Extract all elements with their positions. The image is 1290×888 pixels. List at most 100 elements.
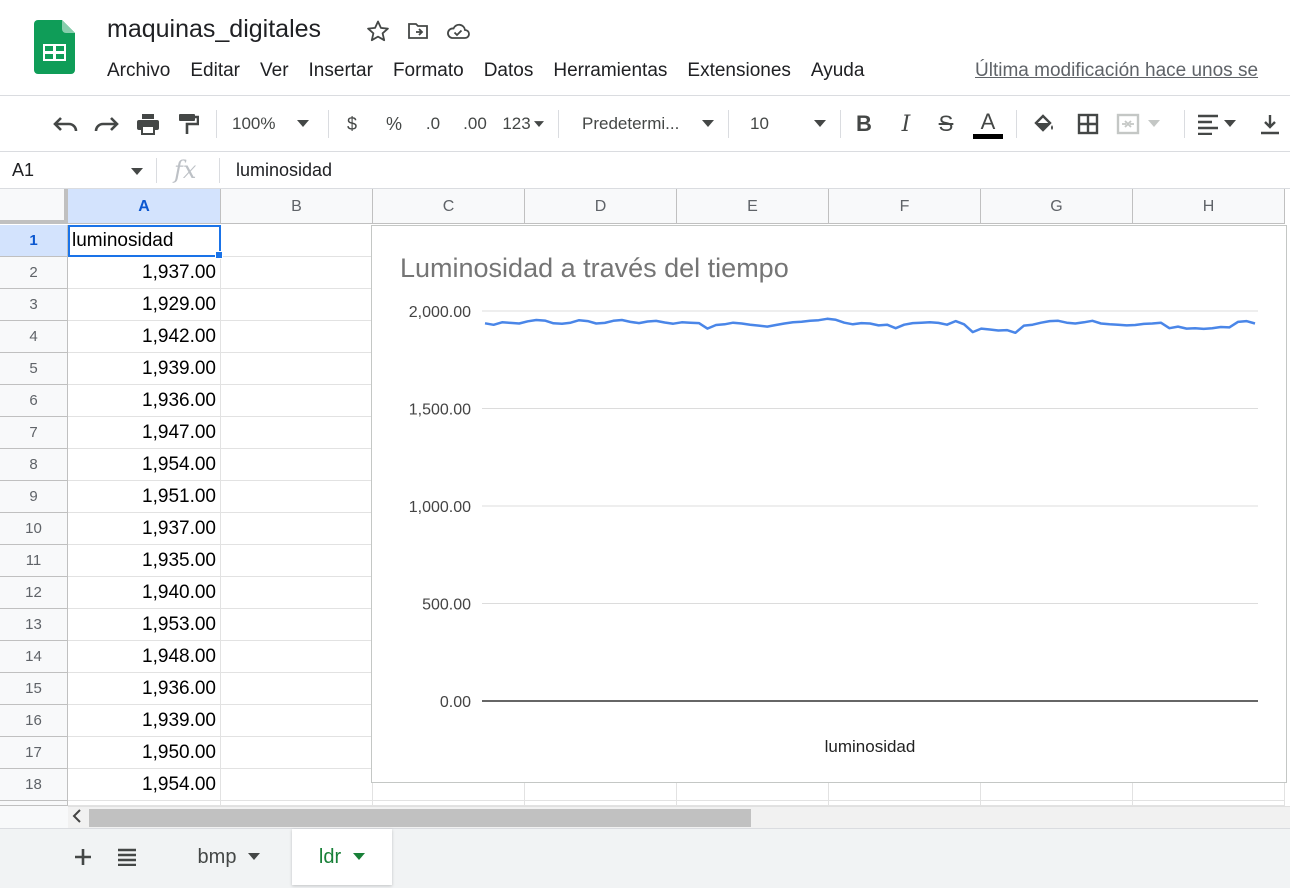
borders-icon[interactable]	[1072, 105, 1104, 143]
cell-a18[interactable]: 1,954.00	[68, 769, 221, 801]
column-header-g[interactable]: G	[981, 189, 1133, 224]
text-color-button[interactable]: A	[972, 105, 1004, 143]
cell-empty[interactable]	[221, 225, 373, 257]
cell-a8[interactable]: 1,954.00	[68, 449, 221, 481]
row-header[interactable]: 16	[0, 705, 68, 737]
name-box[interactable]: A1	[12, 152, 34, 189]
row-header[interactable]: 7	[0, 417, 68, 449]
menu-herramientas[interactable]: Herramientas	[543, 58, 677, 84]
formula-input[interactable]: luminosidad	[236, 152, 332, 189]
menu-ver[interactable]: Ver	[250, 58, 299, 84]
column-header-h[interactable]: H	[1133, 189, 1285, 224]
menu-ayuda[interactable]: Ayuda	[801, 58, 875, 84]
cell-a2[interactable]: 1,937.00	[68, 257, 221, 289]
document-title[interactable]: maquinas_digitales	[107, 15, 321, 44]
menu-extensiones[interactable]: Extensiones	[677, 58, 801, 84]
cell-empty[interactable]	[221, 321, 373, 353]
decrease-decimals-button[interactable]: .0	[416, 105, 450, 143]
undo-icon[interactable]	[50, 105, 82, 143]
column-header-c[interactable]: C	[373, 189, 525, 224]
row-header[interactable]: 4	[0, 321, 68, 353]
column-header-d[interactable]: D	[525, 189, 677, 224]
cell-empty[interactable]	[221, 289, 373, 321]
cell-a9[interactable]: 1,951.00	[68, 481, 221, 513]
cell-empty[interactable]	[221, 769, 373, 801]
scrollbar-thumb[interactable]	[89, 809, 751, 827]
cell-empty[interactable]	[221, 417, 373, 449]
cell-empty[interactable]	[221, 705, 373, 737]
font-size-select[interactable]: 10	[740, 105, 832, 143]
strikethrough-button[interactable]: S	[932, 105, 960, 143]
cell-empty[interactable]	[221, 449, 373, 481]
font-family-select[interactable]: Predetermi...	[572, 105, 720, 143]
last-edit-link[interactable]: Última modificación hace unos se	[975, 58, 1258, 84]
cell-a12[interactable]: 1,940.00	[68, 577, 221, 609]
cell-empty[interactable]	[221, 353, 373, 385]
menu-datos[interactable]: Datos	[474, 58, 544, 84]
column-header-f[interactable]: F	[829, 189, 981, 224]
row-header[interactable]: 11	[0, 545, 68, 577]
row-header[interactable]: 2	[0, 257, 68, 289]
percent-format-button[interactable]: %	[380, 105, 408, 143]
merge-cells-icon[interactable]	[1116, 105, 1174, 143]
cell-empty[interactable]	[221, 609, 373, 641]
fill-handle[interactable]	[215, 251, 223, 259]
row-header[interactable]: 14	[0, 641, 68, 673]
menu-insertar[interactable]: Insertar	[299, 58, 383, 84]
cell-empty[interactable]	[221, 385, 373, 417]
redo-icon[interactable]	[90, 105, 122, 143]
horizontal-align-icon[interactable]	[1196, 105, 1246, 143]
cell-empty[interactable]	[221, 545, 373, 577]
cell-a4[interactable]: 1,942.00	[68, 321, 221, 353]
row-header[interactable]: 6	[0, 385, 68, 417]
zoom-select[interactable]: 100%	[232, 105, 322, 143]
cell-a11[interactable]: 1,935.00	[68, 545, 221, 577]
row-header[interactable]: 12	[0, 577, 68, 609]
cell-a5[interactable]: 1,939.00	[68, 353, 221, 385]
sheet-tab-bmp[interactable]: bmp	[172, 829, 286, 885]
row-header[interactable]: 1	[0, 225, 68, 257]
menu-editar[interactable]: Editar	[180, 58, 250, 84]
select-all-corner[interactable]	[0, 189, 68, 224]
vertical-align-icon[interactable]	[1254, 105, 1286, 143]
row-header[interactable]: 15	[0, 673, 68, 705]
line-chart[interactable]: Luminosidad a través del tiempo 0.00 500.…	[371, 225, 1287, 783]
row-header[interactable]: 3	[0, 289, 68, 321]
row-header[interactable]: 17	[0, 737, 68, 769]
row-header[interactable]: 18	[0, 769, 68, 801]
cell-empty[interactable]	[221, 673, 373, 705]
cell-a17[interactable]: 1,950.00	[68, 737, 221, 769]
row-header[interactable]: 8	[0, 449, 68, 481]
cloud-saved-icon[interactable]	[445, 18, 471, 44]
print-icon[interactable]	[132, 105, 164, 143]
cell-a6[interactable]: 1,936.00	[68, 385, 221, 417]
add-sheet-icon[interactable]	[66, 829, 100, 885]
italic-button[interactable]: I	[892, 105, 920, 143]
scroll-left-arrow-icon[interactable]	[72, 809, 82, 826]
sheet-tab-ldr[interactable]: ldr	[292, 829, 392, 885]
move-to-folder-icon[interactable]	[405, 18, 431, 44]
cell-a3[interactable]: 1,929.00	[68, 289, 221, 321]
fill-color-icon[interactable]	[1028, 105, 1060, 143]
row-header[interactable]: 5	[0, 353, 68, 385]
cell-a10[interactable]: 1,937.00	[68, 513, 221, 545]
column-header-a[interactable]: A	[68, 189, 221, 224]
paint-format-icon[interactable]	[172, 105, 204, 143]
cell-empty[interactable]	[221, 257, 373, 289]
star-icon[interactable]	[365, 18, 391, 44]
more-formats-button[interactable]: 123	[498, 105, 548, 143]
row-header[interactable]: 10	[0, 513, 68, 545]
cell-empty[interactable]	[221, 513, 373, 545]
column-header-b[interactable]: B	[221, 189, 373, 224]
bold-button[interactable]: B	[850, 105, 878, 143]
row-header[interactable]: 13	[0, 609, 68, 641]
cell-empty[interactable]	[221, 481, 373, 513]
column-header-e[interactable]: E	[677, 189, 829, 224]
sheets-logo-icon[interactable]	[34, 20, 75, 74]
currency-format-button[interactable]: $	[338, 105, 366, 143]
horizontal-scrollbar[interactable]	[68, 806, 1290, 828]
cell-a7[interactable]: 1,947.00	[68, 417, 221, 449]
cell-empty[interactable]	[221, 577, 373, 609]
cell-a15[interactable]: 1,936.00	[68, 673, 221, 705]
cell-empty[interactable]	[221, 641, 373, 673]
